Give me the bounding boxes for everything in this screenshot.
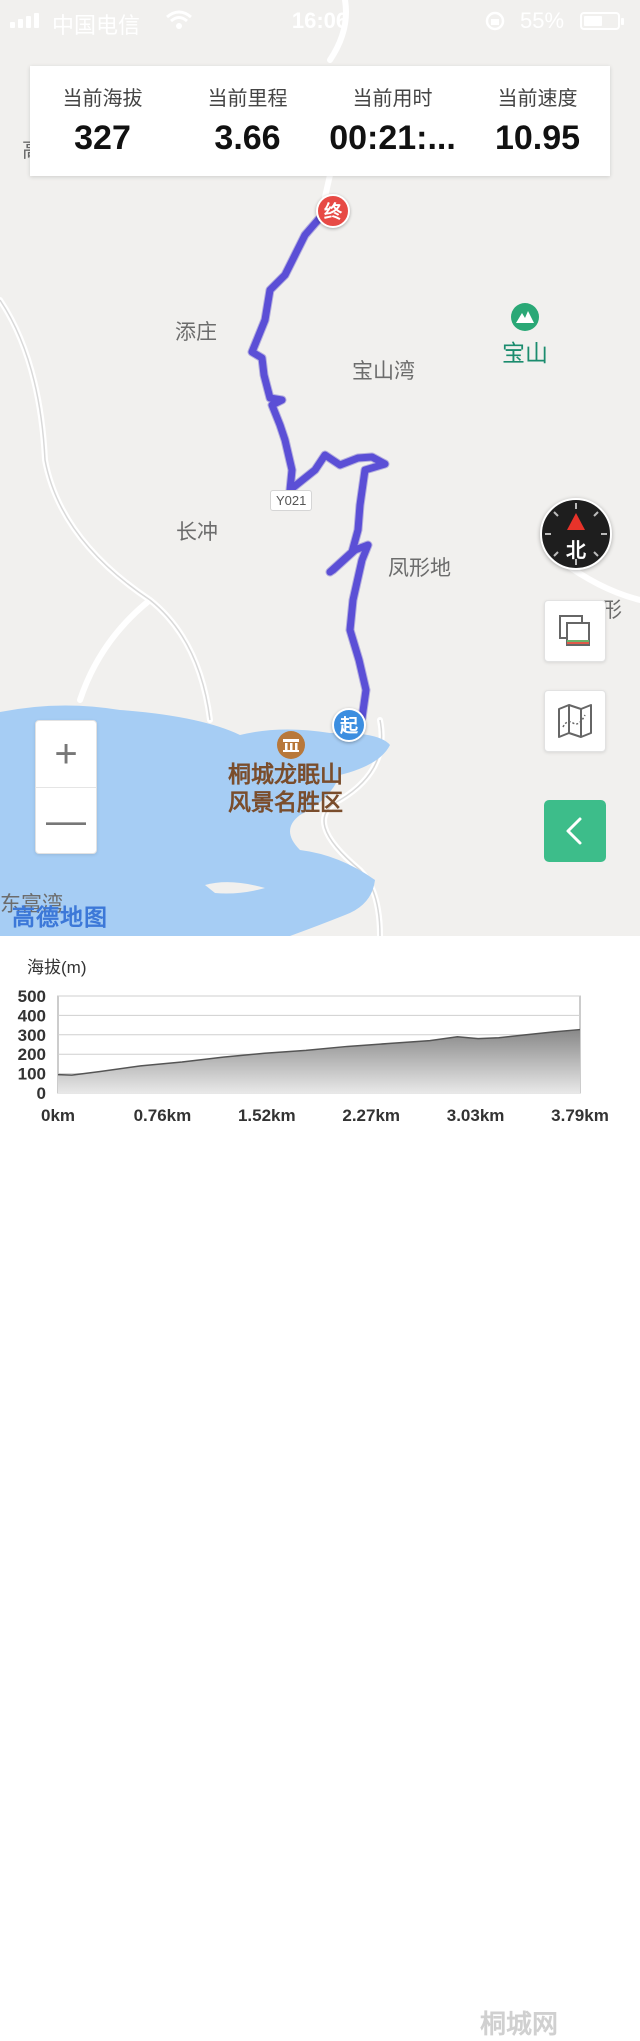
stats-card: 当前海拔 327 当前里程 3.66 当前用时 00:21:... 当前速度 1…: [30, 66, 610, 176]
compass-button[interactable]: 北: [540, 498, 612, 570]
y-tick-label: 300: [18, 1026, 46, 1045]
scenic-poi-icon[interactable]: [276, 730, 306, 760]
map-label-changchong: 长冲: [176, 521, 218, 544]
stat-label: 当前里程: [207, 88, 288, 110]
end-marker[interactable]: 终: [316, 194, 350, 228]
map-provider-logo: 高德地图: [12, 904, 108, 930]
x-tick-label: 2.27km: [342, 1106, 400, 1125]
stat-value: 3.66: [214, 119, 281, 157]
stat-duration: 当前用时 00:21:...: [320, 66, 465, 176]
x-tick-label: 0.76km: [134, 1106, 192, 1125]
battery-icon: [580, 12, 624, 30]
x-tick-label: 3.03km: [447, 1106, 505, 1125]
stat-distance: 当前里程 3.66: [175, 66, 320, 176]
elevation-chart: 海拔(m) 500 400 300 200 100 0 0km 0.76km 1.52km 2.2…: [0, 936, 640, 2039]
zoom-control: + —: [35, 720, 97, 854]
status-bar: 中国电信 16:06 55%: [0, 0, 640, 40]
layers-button[interactable]: [544, 600, 606, 662]
map-label-scenic-area: 桐城龙眠山 风景名胜区: [228, 760, 343, 816]
start-marker[interactable]: 起: [332, 708, 366, 742]
scenic-line-1: 桐城龙眠山: [228, 761, 343, 787]
x-tick-label: 3.79km: [551, 1106, 609, 1125]
stat-label: 当前海拔: [62, 88, 143, 110]
map-label-tianzhuang: 添庄: [175, 321, 217, 344]
stat-label: 当前用时: [352, 88, 433, 110]
chart-title: 海拔(m): [27, 958, 86, 977]
folded-map-icon: [558, 704, 592, 738]
map-label-baoshan: 宝山: [502, 340, 548, 366]
map-label-baoshanwan: 宝山湾: [352, 360, 415, 383]
layers-icon: [559, 615, 590, 646]
road-number-tag: Y021: [270, 490, 313, 511]
stat-label: 当前速度: [497, 88, 578, 110]
scenic-line-2: 风景名胜区: [228, 789, 343, 815]
y-tick-label: 0: [37, 1084, 46, 1103]
y-tick-label: 500: [18, 987, 46, 1006]
map-label-fengxingdi: 凤形地: [388, 557, 451, 580]
y-tick-label: 400: [18, 1006, 46, 1025]
stat-value: 00:21:...: [329, 119, 456, 157]
back-button[interactable]: [544, 800, 606, 862]
watermark: 桐城网: [480, 2009, 559, 2039]
elevation-chart-svg: 海拔(m) 5004003002001000 0km 0.76km 1.52km 2.2…: [18, 958, 609, 1125]
stat-value: 10.95: [494, 119, 581, 157]
y-tick-label: 100: [18, 1065, 46, 1084]
mountain-poi-icon[interactable]: [510, 302, 540, 332]
compass-north-label: 北: [566, 540, 586, 562]
map-type-button[interactable]: [544, 690, 606, 752]
track-route: [248, 206, 389, 722]
battery-percent: 55%: [520, 8, 565, 33]
stat-value: 327: [74, 119, 131, 157]
stat-speed: 当前速度 10.95: [465, 66, 610, 176]
x-tick-label: 0km: [41, 1106, 75, 1125]
rotation-lock-icon: [485, 11, 505, 31]
chevron-left-icon: [566, 817, 582, 845]
zoom-in-button[interactable]: +: [36, 721, 96, 787]
stat-altitude: 当前海拔 327: [30, 66, 175, 176]
x-tick-label: 1.52km: [238, 1106, 296, 1125]
zoom-out-button[interactable]: —: [36, 787, 96, 854]
y-tick-label: 200: [18, 1045, 46, 1064]
